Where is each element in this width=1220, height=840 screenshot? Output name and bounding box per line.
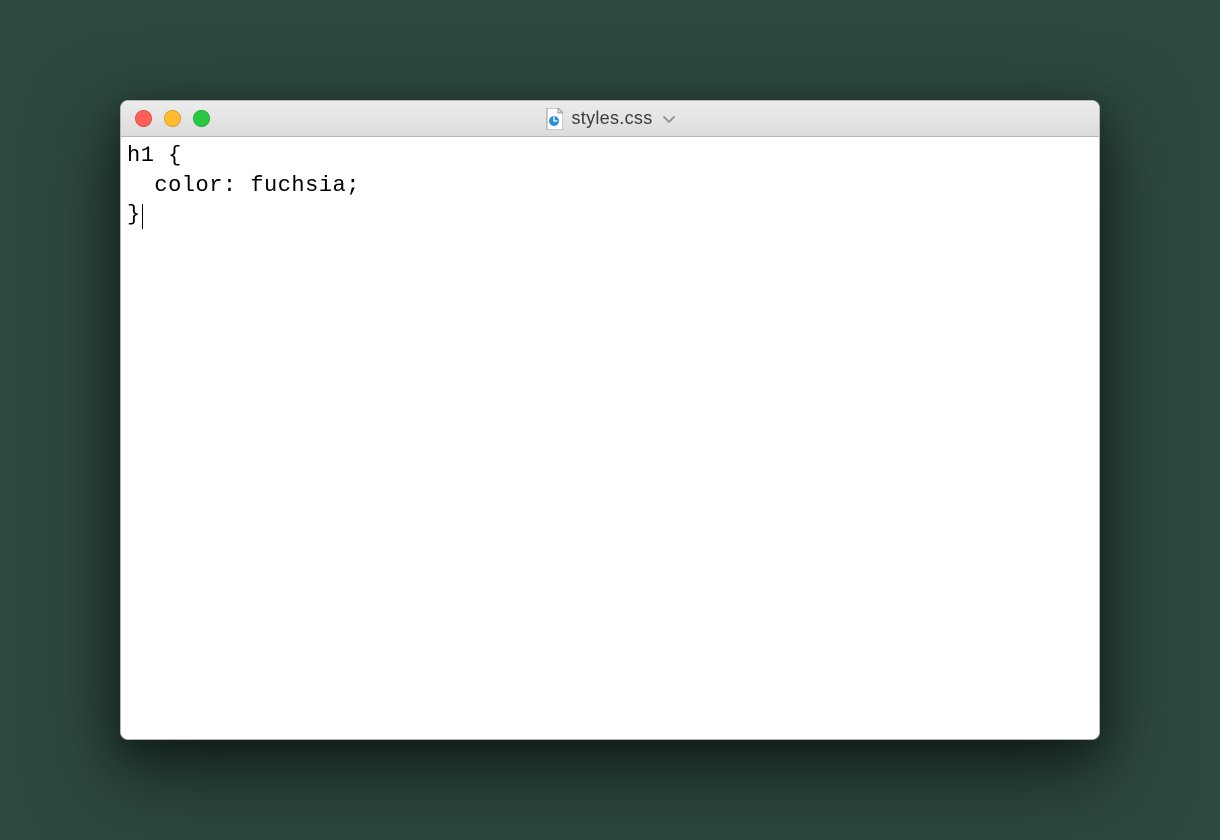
traffic-lights (121, 110, 210, 127)
close-button[interactable] (135, 110, 152, 127)
zoom-button[interactable] (193, 110, 210, 127)
titlebar[interactable]: styles.css (121, 101, 1099, 137)
chevron-down-icon[interactable] (663, 111, 675, 127)
code-line[interactable]: } (127, 200, 1093, 230)
window-title: styles.css (571, 108, 652, 129)
code-line[interactable]: color: fuchsia; (127, 171, 1093, 201)
minimize-button[interactable] (164, 110, 181, 127)
editor-area[interactable]: h1 { color: fuchsia;} (121, 137, 1099, 739)
text-cursor (142, 204, 144, 229)
code-line[interactable]: h1 { (127, 141, 1093, 171)
file-icon (545, 108, 563, 130)
app-window: styles.css h1 { color: fuchsia;} (120, 100, 1100, 740)
title-center: styles.css (121, 108, 1099, 130)
